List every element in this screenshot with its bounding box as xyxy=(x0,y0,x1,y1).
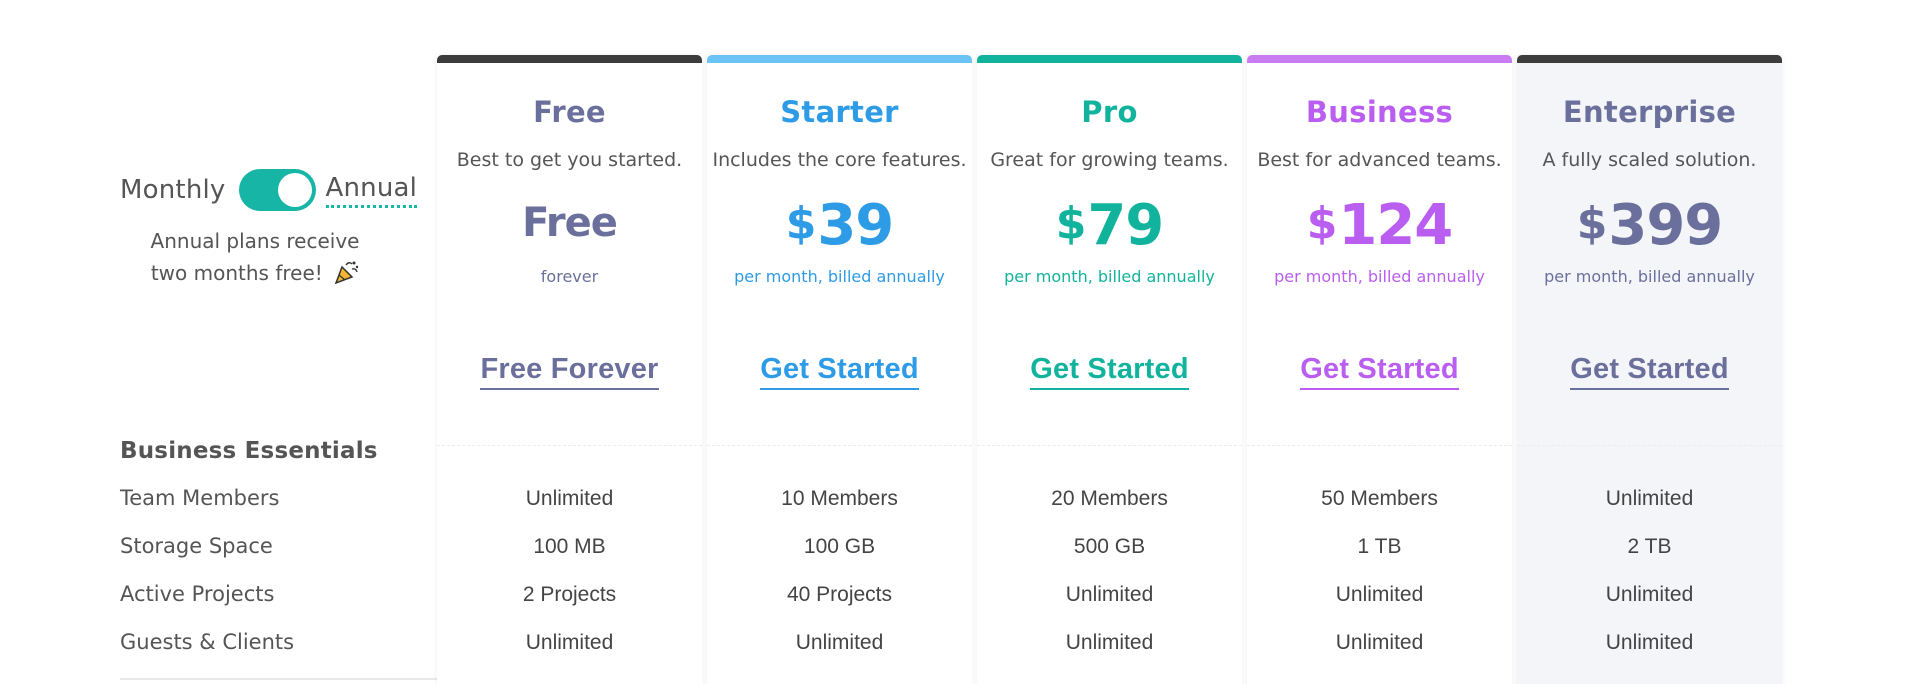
price-amount: 79 xyxy=(1087,193,1164,258)
plan-cell-guests-clients: Unlimited xyxy=(1605,631,1694,654)
plan-topbar xyxy=(437,55,702,63)
plan-cell-storage-space: 100 GB xyxy=(803,535,876,558)
plan-tagline: Best for advanced teams. xyxy=(1257,149,1502,171)
cta-wrapper: Get Started xyxy=(977,353,1242,390)
price-amount: 39 xyxy=(817,193,894,258)
annual-note-line1: Annual plans receive xyxy=(150,229,360,253)
plan-name: Pro xyxy=(1081,95,1138,129)
party-popper-icon xyxy=(333,259,359,285)
feature-label-team-members: Team Members xyxy=(120,486,280,510)
plan-period: forever xyxy=(540,267,599,286)
plan-period: per month, billed annually xyxy=(1544,267,1755,286)
cta-wrapper: Free Forever xyxy=(437,353,702,390)
plan-cell-active-projects: Unlimited xyxy=(1065,583,1154,606)
feature-label-active-projects: Active Projects xyxy=(120,582,275,606)
plan-name: Free xyxy=(533,95,606,129)
plan-cell-storage-space: 100 MB xyxy=(533,535,606,558)
plan-topbar xyxy=(1517,55,1782,63)
plan-card-pro: Pro Great for growing teams. $79 per mon… xyxy=(977,55,1242,684)
plan-cell-team-members: Unlimited xyxy=(1605,487,1694,510)
plan-cell-guests-clients: Unlimited xyxy=(1335,631,1424,654)
plan-cell-team-members: 20 Members xyxy=(1051,487,1168,510)
free-forever-button[interactable]: Free Forever xyxy=(480,353,659,390)
price-amount: 399 xyxy=(1608,193,1723,258)
plan-period: per month, billed annually xyxy=(1274,267,1485,286)
plan-name: Business xyxy=(1305,95,1454,129)
plan-name: Starter xyxy=(780,95,899,129)
plan-cell-storage-space: 2 TB xyxy=(1627,535,1672,558)
plan-divider xyxy=(437,445,702,446)
plan-period: per month, billed annually xyxy=(1004,267,1215,286)
plan-cell-storage-space: 1 TB xyxy=(1357,535,1402,558)
toggle-knob xyxy=(277,173,312,207)
billing-toggle-row: Monthly Annual xyxy=(120,169,418,211)
billing-period-toggle[interactable] xyxy=(238,169,316,211)
left-divider xyxy=(120,678,438,680)
plan-cell-team-members: Unlimited xyxy=(525,487,614,510)
plan-cell-active-projects: 40 Projects xyxy=(786,583,893,606)
plan-cell-guests-clients: Unlimited xyxy=(525,631,614,654)
get-started-button-business[interactable]: Get Started xyxy=(1300,353,1459,390)
cta-wrapper: Get Started xyxy=(1517,353,1782,390)
cta-wrapper: Get Started xyxy=(1247,353,1512,390)
plan-divider xyxy=(977,445,1242,446)
annual-plan-note: Annual plans receive two months free! xyxy=(140,225,370,289)
plan-tagline: Great for growing teams. xyxy=(990,149,1229,171)
get-started-button-enterprise[interactable]: Get Started xyxy=(1570,353,1729,390)
plan-price: $79 xyxy=(977,193,1242,258)
plan-price: $39 xyxy=(707,193,972,258)
price-currency: $ xyxy=(785,198,817,249)
pricing-page: Monthly Annual Annual plans receive two … xyxy=(0,0,1920,684)
annual-label[interactable]: Annual xyxy=(325,173,418,208)
plan-card-starter: Starter Includes the core features. $39 … xyxy=(707,55,972,684)
plan-cell-active-projects: Unlimited xyxy=(1335,583,1424,606)
annual-note-line2: two months free! xyxy=(150,261,323,285)
plan-cell-team-members: 10 Members xyxy=(781,487,898,510)
feature-label-storage-space: Storage Space xyxy=(120,534,273,558)
plan-card-business: Business Best for advanced teams. $124 p… xyxy=(1247,55,1512,684)
plan-tagline: Includes the core features. xyxy=(712,149,967,171)
plan-tagline: A fully scaled solution. xyxy=(1542,149,1757,171)
cta-wrapper: Get Started xyxy=(707,353,972,390)
plan-period: per month, billed annually xyxy=(734,267,945,286)
plan-divider xyxy=(1247,445,1512,446)
plan-name: Enterprise xyxy=(1562,95,1737,129)
monthly-label[interactable]: Monthly xyxy=(120,175,226,205)
plan-topbar xyxy=(977,55,1242,63)
plan-price: $399 xyxy=(1517,193,1782,258)
price-amount: Free xyxy=(522,200,618,246)
plan-tagline: Best to get you started. xyxy=(456,149,683,171)
feature-label-guests-clients: Guests & Clients xyxy=(120,630,295,654)
plan-price: $124 xyxy=(1247,193,1512,258)
plan-divider xyxy=(707,445,972,446)
plan-cell-storage-space: 500 GB xyxy=(1073,535,1146,558)
plan-divider xyxy=(1517,445,1782,446)
plan-cell-active-projects: 2 Projects xyxy=(522,583,617,606)
price-currency: $ xyxy=(1576,198,1608,249)
plan-cell-team-members: 50 Members xyxy=(1321,487,1438,510)
get-started-button-pro[interactable]: Get Started xyxy=(1030,353,1189,390)
plan-price: Free xyxy=(437,200,702,246)
plan-card-free: Free Best to get you started. Free forev… xyxy=(437,55,702,684)
plan-topbar xyxy=(707,55,972,63)
plan-cell-guests-clients: Unlimited xyxy=(1065,631,1154,654)
price-currency: $ xyxy=(1055,198,1087,249)
plan-cell-guests-clients: Unlimited xyxy=(795,631,884,654)
get-started-button-starter[interactable]: Get Started xyxy=(760,353,919,390)
plan-topbar xyxy=(1247,55,1512,63)
plan-card-enterprise: Enterprise A fully scaled solution. $399… xyxy=(1517,55,1782,684)
section-title-business-essentials: Business Essentials xyxy=(120,438,378,464)
price-amount: 124 xyxy=(1338,193,1453,258)
plan-cell-active-projects: Unlimited xyxy=(1605,583,1694,606)
price-currency: $ xyxy=(1306,198,1338,249)
